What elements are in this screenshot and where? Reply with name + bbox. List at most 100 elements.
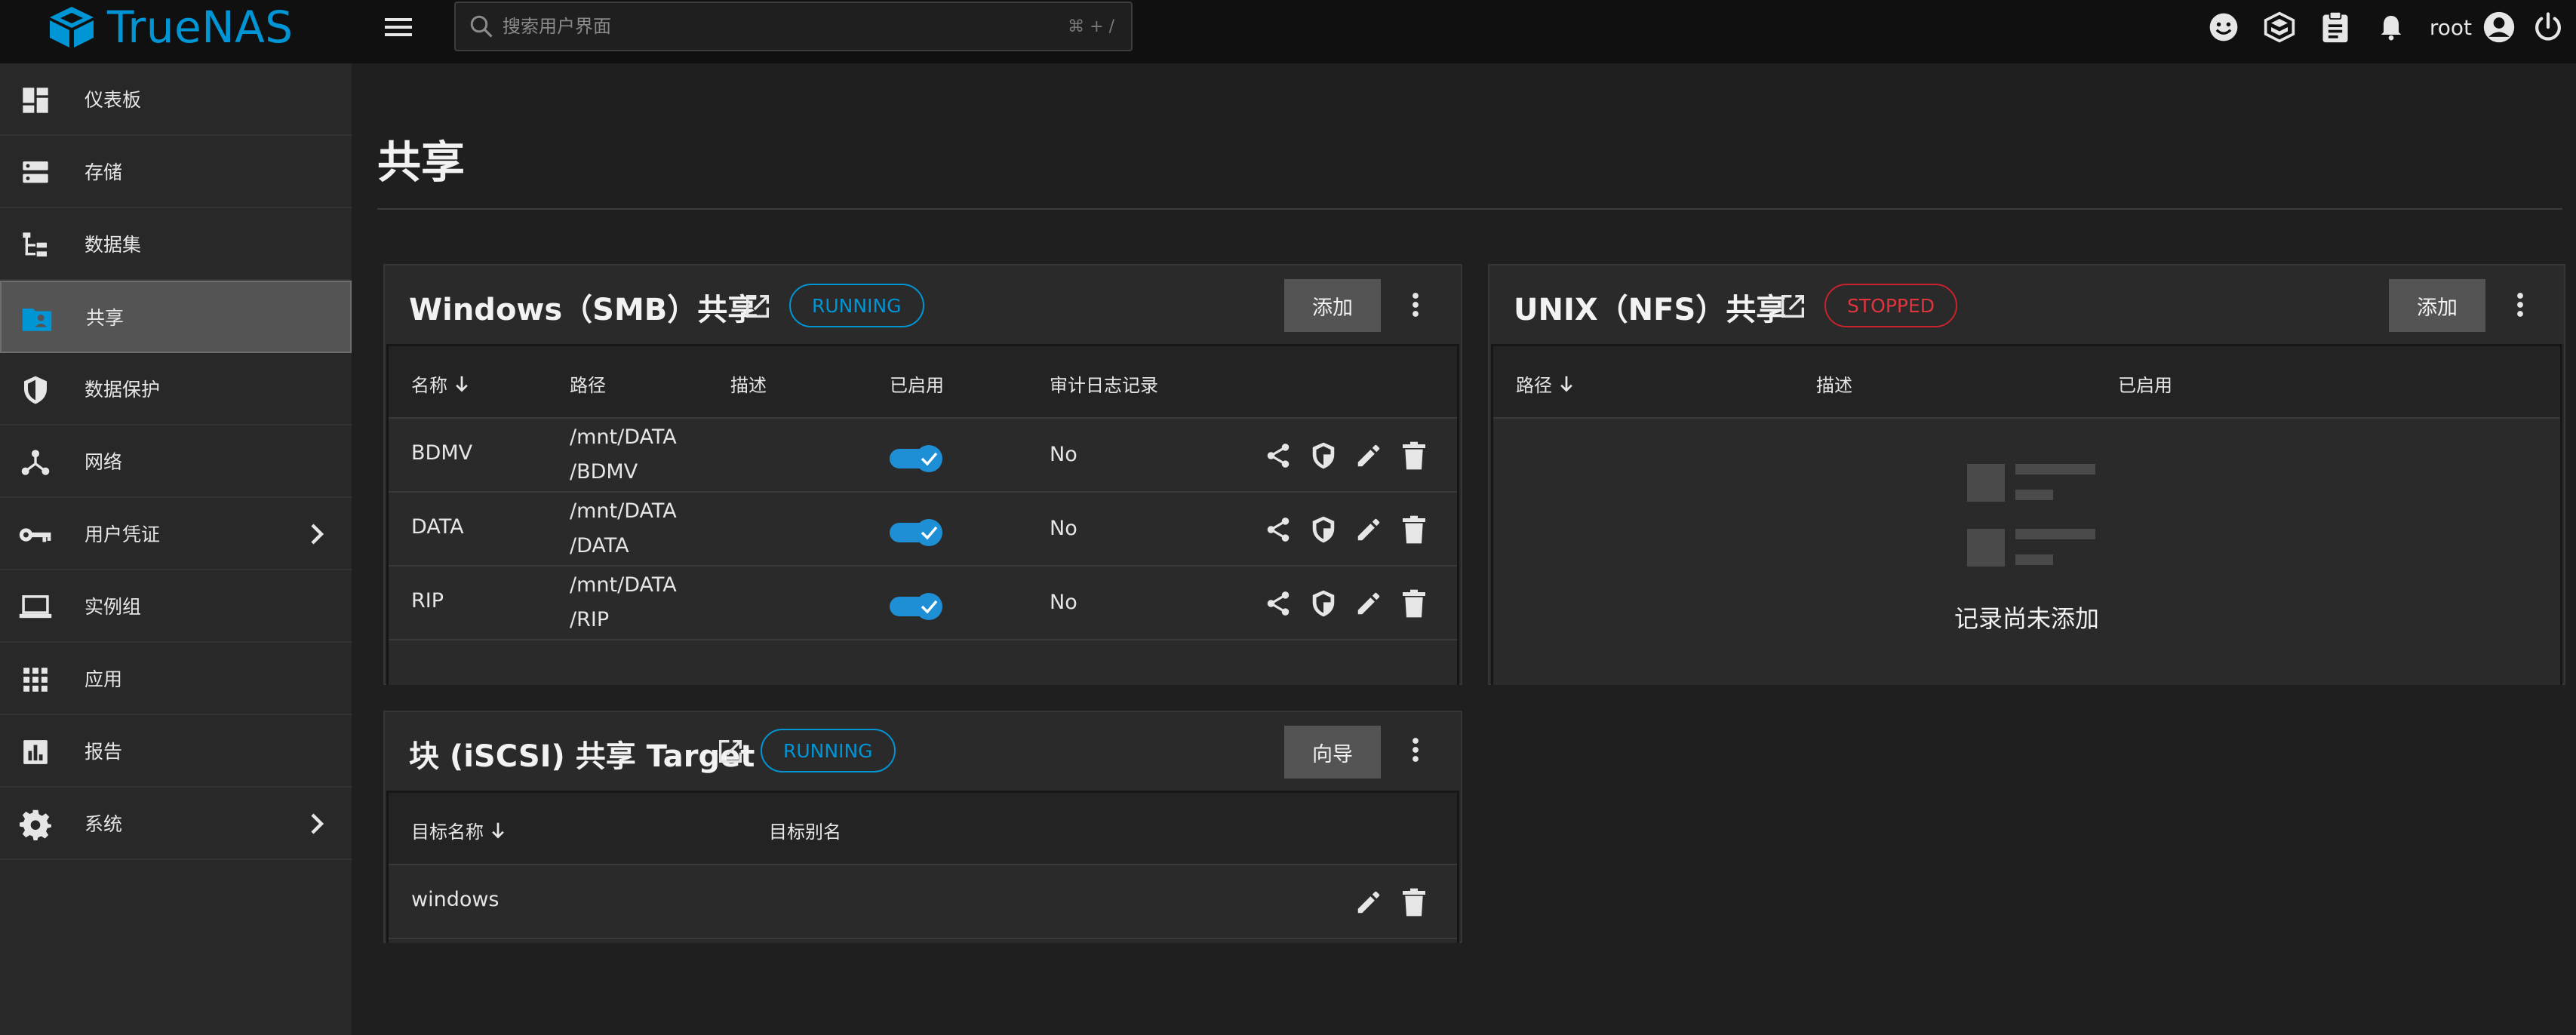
sidebar-item-credentials[interactable]: 用户凭证 xyxy=(0,498,352,570)
table-header: 名称 路径 描述 已启用 审计日志记录 xyxy=(389,346,1457,419)
open-in-new-icon[interactable] xyxy=(1778,291,1808,321)
menu-toggle-icon[interactable] xyxy=(382,14,415,41)
edit-pencil-icon[interactable] xyxy=(1353,438,1385,473)
delete-trash-icon[interactable] xyxy=(1398,885,1430,920)
share-folder-icon xyxy=(20,302,54,336)
iscsi-card-title[interactable]: 块 (iSCSI) 共享 Target xyxy=(409,732,755,775)
enabled-toggle[interactable] xyxy=(890,592,944,620)
security-shield-icon[interactable] xyxy=(1308,512,1339,547)
share-path-line: /mnt/DATA xyxy=(570,573,677,597)
shield-icon xyxy=(18,373,53,407)
sidebar-item-label: 存储 xyxy=(85,161,123,183)
sidebar-item-datasets[interactable]: 数据集 xyxy=(0,208,352,281)
share-path: /mnt/DATA /BDMV xyxy=(570,420,677,490)
open-in-new-icon[interactable] xyxy=(715,736,745,766)
sidebar-item-shares[interactable]: 共享 xyxy=(0,281,352,353)
sidebar-item-label: 共享 xyxy=(86,307,124,329)
power-icon[interactable] xyxy=(2520,0,2576,54)
sidebar-item-reports[interactable]: 报告 xyxy=(0,715,352,788)
network-icon xyxy=(18,445,53,480)
empty-state: 记录尚未添加 xyxy=(1493,419,2560,683)
column-header-audit-logging[interactable]: 审计日志记录 xyxy=(1050,370,1158,397)
column-header-path[interactable]: 路径 xyxy=(1516,370,1575,397)
gear-icon xyxy=(18,807,53,842)
sort-arrow-down-icon xyxy=(492,822,504,839)
sidebar-item-label: 实例组 xyxy=(85,596,142,618)
smb-status-badge: RUNNING xyxy=(789,284,924,327)
sidebar-item-dashboard[interactable]: 仪表板 xyxy=(0,63,352,136)
apps-grid-icon xyxy=(18,662,53,697)
column-header-name[interactable]: 名称 xyxy=(411,370,470,397)
sidebar-item-storage[interactable]: 存储 xyxy=(0,136,352,208)
sidebar-item-label: 系统 xyxy=(85,813,123,835)
column-header-enabled[interactable]: 已启用 xyxy=(2118,370,2172,397)
smb-card-header: Windows（SMB）共享 RUNNING 添加 xyxy=(385,266,1461,344)
row-actions xyxy=(1262,512,1430,547)
enabled-toggle[interactable] xyxy=(890,518,944,546)
sidebar-item-apps[interactable]: 应用 xyxy=(0,643,352,715)
open-in-new-icon[interactable] xyxy=(742,291,773,321)
audit-logging-value: No xyxy=(1050,443,1077,466)
security-shield-icon[interactable] xyxy=(1308,438,1339,473)
smb-table: 名称 路径 描述 已启用 审计日志记录 BDMV /mnt/DATA /BDMV… xyxy=(386,344,1459,685)
iscsi-more-options-icon[interactable] xyxy=(1400,727,1431,772)
share-acl-icon[interactable] xyxy=(1262,438,1294,473)
delete-trash-icon[interactable] xyxy=(1398,586,1430,621)
table-row[interactable]: DATA /mnt/DATA /DATA No xyxy=(389,493,1457,567)
iscsi-wizard-button[interactable]: 向导 xyxy=(1284,726,1381,779)
empty-state-text: 记录尚未添加 xyxy=(1954,604,2099,633)
nfs-more-options-icon[interactable] xyxy=(2505,282,2535,327)
sidebar-item-network[interactable]: 网络 xyxy=(0,425,352,498)
iscsi-status-badge: RUNNING xyxy=(761,729,896,772)
page-title: 共享 xyxy=(377,137,466,188)
table-row[interactable]: RIP /mnt/DATA /RIP No xyxy=(389,567,1457,640)
smb-more-options-icon[interactable] xyxy=(1400,282,1431,327)
enabled-toggle[interactable] xyxy=(890,444,944,472)
sort-arrow-down-icon xyxy=(456,376,468,392)
sidebar-item-system[interactable]: 系统 xyxy=(0,788,352,860)
search-box[interactable]: ⌘ + / xyxy=(454,2,1133,51)
table-row[interactable]: windows xyxy=(389,865,1457,939)
column-header-target-alias[interactable]: 目标别名 xyxy=(769,817,841,843)
feedback-smiley-icon[interactable] xyxy=(2196,0,2252,54)
truenas-logo[interactable]: TrueNAS xyxy=(47,2,294,53)
username-label[interactable]: root xyxy=(2430,15,2472,40)
delete-trash-icon[interactable] xyxy=(1398,438,1430,473)
notifications-bell-icon[interactable] xyxy=(2363,0,2419,54)
column-header-enabled[interactable]: 已启用 xyxy=(890,370,944,397)
column-header-path[interactable]: 路径 xyxy=(570,370,606,397)
edit-pencil-icon[interactable] xyxy=(1353,885,1385,920)
nfs-card-title[interactable]: UNIX（NFS）共享 xyxy=(1514,285,1786,329)
dataset-icon xyxy=(18,228,53,263)
empty-list-icon xyxy=(1967,464,2095,570)
security-shield-icon[interactable] xyxy=(1308,586,1339,621)
search-icon xyxy=(468,13,495,40)
smb-card-title[interactable]: Windows（SMB）共享 xyxy=(409,285,758,329)
truenas-logo-icon xyxy=(50,7,94,48)
share-acl-icon[interactable] xyxy=(1262,512,1294,547)
share-path-line: /mnt/DATA xyxy=(570,499,677,523)
search-input[interactable] xyxy=(503,16,1068,37)
row-actions xyxy=(1353,885,1430,920)
sidebar-item-label: 用户凭证 xyxy=(85,524,161,545)
truecommand-icon[interactable] xyxy=(2252,0,2307,54)
row-actions xyxy=(1262,586,1430,621)
account-circle-icon[interactable] xyxy=(2478,0,2520,54)
sidebar-item-label: 应用 xyxy=(85,668,123,690)
edit-pencil-icon[interactable] xyxy=(1353,512,1385,547)
smb-add-button[interactable]: 添加 xyxy=(1284,279,1381,332)
jobs-clipboard-icon[interactable] xyxy=(2307,0,2363,54)
sidebar-item-data-protection[interactable]: 数据保护 xyxy=(0,353,352,425)
nfs-add-button[interactable]: 添加 xyxy=(2389,279,2485,332)
share-path-line: /BDMV xyxy=(570,460,638,484)
column-header-target-name[interactable]: 目标名称 xyxy=(411,817,506,843)
edit-pencil-icon[interactable] xyxy=(1353,586,1385,621)
column-header-label: 路径 xyxy=(1516,375,1552,396)
table-row[interactable]: BDMV /mnt/DATA /BDMV No xyxy=(389,419,1457,493)
share-acl-icon[interactable] xyxy=(1262,586,1294,621)
delete-trash-icon[interactable] xyxy=(1398,512,1430,547)
brand-name: TrueNAS xyxy=(107,2,294,53)
column-header-description[interactable]: 描述 xyxy=(730,370,767,397)
column-header-description[interactable]: 描述 xyxy=(1816,370,1852,397)
sidebar-item-instances[interactable]: 实例组 xyxy=(0,570,352,643)
